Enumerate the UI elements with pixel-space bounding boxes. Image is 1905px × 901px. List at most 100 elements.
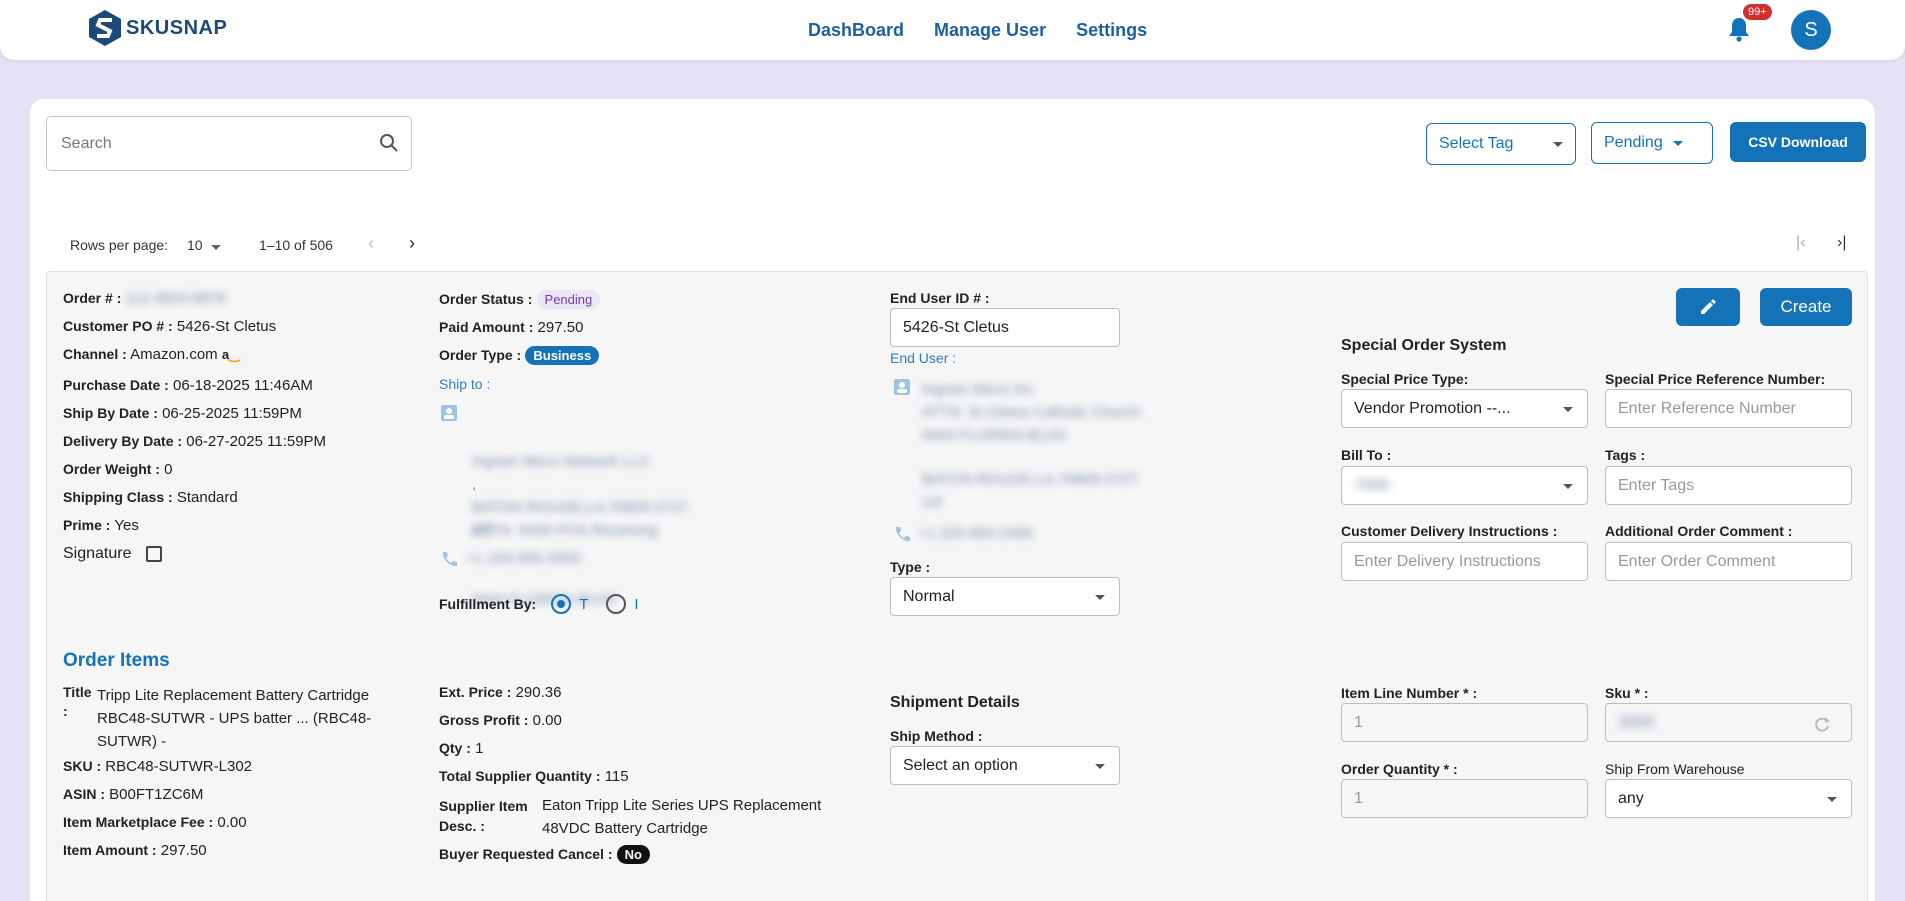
item-title-line: RBC48-SUTWR - UPS batter ... (RBC48-	[97, 710, 372, 727]
order-comment-input[interactable]: Enter Order Comment	[1605, 542, 1852, 581]
avatar[interactable]: S	[1791, 10, 1831, 50]
search-input[interactable]: Search	[46, 116, 412, 171]
item-asin-value: B00FT1ZC6M	[109, 786, 204, 803]
ext-price-row: Ext. Price : 290.36	[439, 684, 561, 701]
rows-per-page-select[interactable]: 10	[187, 237, 222, 253]
qty-value: 1	[475, 740, 484, 757]
channel-row: Channel : Amazon.com a‿	[63, 346, 240, 363]
qty-row: Qty : 1	[439, 740, 483, 757]
ship-to-line: ,	[472, 476, 477, 493]
csv-download-button[interactable]: CSV Download	[1730, 122, 1866, 162]
nav-dashboard[interactable]: DashBoard	[808, 20, 904, 41]
paid-amount-row: Paid Amount : 297.50	[439, 319, 583, 336]
order-number-value: 112-4823-8876	[125, 290, 227, 307]
supplier-desc-line: 48VDC Battery Cartridge	[542, 820, 708, 837]
fulfillment-radio-i[interactable]	[606, 594, 627, 614]
special-price-type-value: Vendor Promotion --...	[1354, 399, 1511, 417]
item-title-value: Tripp Lite Replacement Battery Cartridge…	[97, 684, 371, 753]
pencil-icon	[1701, 299, 1716, 314]
bell-icon[interactable]	[1728, 16, 1750, 46]
item-asin-row: ASIN : B00FT1ZC6M	[63, 786, 203, 803]
select-tag-dropdown[interactable]: Select Tag	[1426, 123, 1576, 165]
warehouse-select[interactable]: any	[1605, 779, 1852, 818]
buyer-cancel-row: Buyer Requested Cancel : No	[439, 845, 651, 864]
type-select[interactable]: Normal	[890, 577, 1120, 616]
qty-label: Qty :	[439, 740, 471, 756]
purchase-date-value: 06-18-2025 11:46AM	[173, 377, 313, 394]
ship-method-select[interactable]: Select an option	[890, 746, 1120, 785]
nav-manage-user[interactable]: Manage User	[934, 20, 1046, 41]
end-user-line: ATTN: St Cletus Catholic Church	[922, 404, 1141, 421]
logo[interactable]: SKUSNAP	[88, 9, 227, 47]
order-weight-row: Order Weight : 0	[63, 461, 172, 478]
special-price-type-select[interactable]: Vendor Promotion --...	[1341, 389, 1588, 428]
order-comment-label: Additional Order Comment :	[1605, 523, 1793, 539]
supplier-desc-line: Eaton Tripp Lite Series UPS Replacement	[542, 797, 822, 814]
prime-label: Prime :	[63, 517, 111, 533]
end-user-id-field[interactable]: 5426-St Cletus	[890, 308, 1120, 347]
prev-page-icon[interactable]: ‹	[368, 233, 374, 254]
bill-to-label: Bill To :	[1341, 447, 1392, 463]
special-order-title: Special Order System	[1341, 337, 1507, 354]
signature-checkbox[interactable]	[145, 546, 162, 562]
ship-to-line: US	[472, 522, 493, 539]
channel-label: Channel :	[63, 346, 127, 362]
next-page-icon[interactable]: ›	[409, 233, 415, 254]
refresh-icon[interactable]	[1813, 715, 1831, 733]
chevron-down-icon	[1095, 595, 1105, 600]
end-user-line: US	[922, 494, 943, 511]
chevron-down-icon	[1827, 797, 1837, 802]
end-user-address: Ingram Micro Inc ATTN: St Cletus Catholi…	[922, 378, 1140, 447]
fulfillment-radio-t[interactable]	[551, 594, 572, 614]
delivery-instructions-input[interactable]: Enter Delivery Instructions	[1341, 542, 1588, 581]
nav-settings[interactable]: Settings	[1076, 20, 1147, 41]
end-user-line: 9444 FLORIDA BLVD	[922, 427, 1066, 444]
tags-label: Tags :	[1605, 447, 1646, 463]
special-price-ref-input[interactable]: Enter Reference Number	[1605, 389, 1852, 428]
ship-by-value: 06-25-2025 11:59PM	[162, 405, 302, 422]
brand-name: SKUSNAP	[126, 16, 228, 39]
create-button[interactable]: Create	[1760, 288, 1852, 326]
item-line-number-field: 1	[1341, 703, 1588, 742]
amazon-icon: a‿	[221, 347, 240, 362]
supplier-desc-label-line: Supplier Item	[439, 798, 528, 814]
item-amount-row: Item Amount : 297.50	[63, 842, 207, 859]
warehouse-label: Ship From Warehouse	[1605, 761, 1745, 777]
supplier-qty-value: 115	[604, 768, 629, 785]
customer-po-value: 5426-St Cletus	[176, 318, 277, 335]
order-quantity-field: 1	[1341, 779, 1588, 818]
search-icon[interactable]	[379, 133, 399, 153]
edit-button[interactable]	[1676, 288, 1740, 326]
ship-to-label: Ship to :	[439, 376, 491, 392]
shipping-class-row: Shipping Class : Standard	[63, 489, 238, 506]
bill-to-value: 7000	[1354, 476, 1390, 494]
gross-profit-value: 0.00	[532, 712, 562, 729]
item-title-line: SUTWR) -	[97, 733, 167, 750]
item-title-line: Tripp Lite Replacement Battery Cartridge	[97, 687, 370, 704]
item-fee-value: 0.00	[217, 814, 247, 831]
buyer-cancel-badge: No	[616, 845, 651, 864]
ship-method-value: Select an option	[903, 756, 1018, 774]
buyer-cancel-label: Buyer Requested Cancel :	[439, 846, 613, 862]
end-user-label: End User :	[890, 350, 957, 366]
order-number-row: Order # : 112-4823-8876	[63, 290, 226, 307]
special-price-type-label: Special Price Type:	[1341, 371, 1469, 387]
shipment-details-title: Shipment Details	[890, 694, 1020, 711]
first-page-icon[interactable]: |‹	[1796, 234, 1805, 252]
chevron-down-icon	[211, 245, 222, 250]
tags-input[interactable]: Enter Tags	[1605, 466, 1852, 505]
item-fee-row: Item Marketplace Fee : 0.00	[63, 814, 247, 831]
ship-method-label: Ship Method :	[890, 728, 983, 744]
supplier-qty-row: Total Supplier Quantity : 115	[439, 768, 629, 785]
order-status-row: Order Status : Pending	[439, 290, 601, 309]
bill-to-select[interactable]: 7000	[1341, 466, 1588, 505]
customer-po-row: Customer PO # : 5426-St Cletus	[63, 318, 276, 335]
end-user-city: BATON ROUGE,LA,70809-2727 US	[922, 468, 1138, 514]
pagination-range: 1–10 of 506	[259, 237, 333, 253]
last-page-icon[interactable]: ›|	[1837, 234, 1846, 252]
order-type-badge: Business	[525, 346, 600, 365]
status-filter-dropdown[interactable]: Pending	[1591, 122, 1713, 164]
supplier-desc-value: Eaton Tripp Lite Series UPS Replacement …	[542, 794, 821, 840]
main-nav: DashBoard Manage User Settings	[808, 20, 1177, 41]
signature-label: Signature	[63, 545, 132, 562]
